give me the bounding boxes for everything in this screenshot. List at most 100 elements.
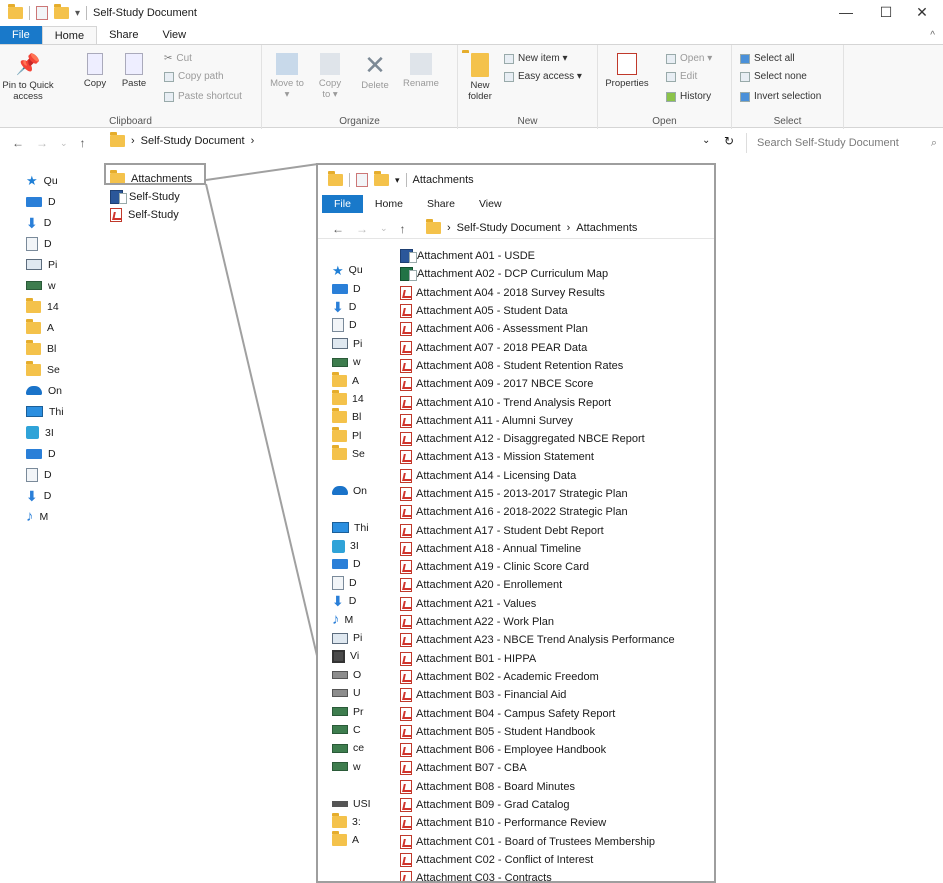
file-item[interactable]: Attachment C03 - Contracts xyxy=(400,869,675,881)
delete-button[interactable]: ✕ Delete xyxy=(356,52,394,91)
file-item[interactable]: Attachment B02 - Academic Freedom xyxy=(400,668,675,686)
back-arrow-icon[interactable]: ← xyxy=(12,136,24,150)
nav-pane-item[interactable]: D xyxy=(332,279,372,297)
properties-button[interactable]: Properties xyxy=(604,53,650,89)
nav-pane-item[interactable]: Bl xyxy=(332,408,372,426)
address-dropdown-icon[interactable]: ⌄ xyxy=(702,135,710,146)
forward-arrow-icon[interactable]: → xyxy=(36,136,48,150)
file-item[interactable]: Attachment A12 - Disaggregated NBCE Repo… xyxy=(400,430,675,448)
file-item[interactable]: Attachment A16 - 2018-2022 Strategic Pla… xyxy=(400,503,675,521)
open-button[interactable]: Open ▾ xyxy=(666,53,712,64)
nav-pane-item[interactable]: Pi xyxy=(26,254,96,275)
nav-pane-item[interactable]: Thi xyxy=(332,518,372,536)
nav-pane-item[interactable]: Se xyxy=(332,445,372,463)
nav-pane-item[interactable]: A xyxy=(332,831,372,849)
select-all-button[interactable]: Select all xyxy=(740,53,795,64)
file-item[interactable]: Attachment A09 - 2017 NBCE Score xyxy=(400,375,675,393)
file-item[interactable]: Attachment A20 - Enrollement xyxy=(400,576,675,594)
file-item[interactable]: Attachment C01 - Board of Trustees Membe… xyxy=(400,833,675,851)
nav-pane-item[interactable]: w xyxy=(332,353,372,371)
pin-quick-access-button[interactable]: 📌 Pin to Quick access xyxy=(2,53,54,102)
file-item[interactable]: Attachment B04 - Campus Safety Report xyxy=(400,704,675,722)
edit-button[interactable]: Edit xyxy=(666,71,697,82)
nav-pane-item[interactable]: D xyxy=(332,574,372,592)
paste-button[interactable]: Paste xyxy=(118,53,150,89)
nav-pane-item[interactable]: w xyxy=(26,275,96,296)
nav-pane-item[interactable]: U xyxy=(332,684,372,702)
refresh-icon[interactable]: ↻ xyxy=(724,134,734,148)
file-item[interactable]: Attachment A11 - Alumni Survey xyxy=(400,412,675,430)
nav-pane-item[interactable]: D xyxy=(26,443,96,464)
nav-pane-item[interactable]: ce xyxy=(332,739,372,757)
file-item[interactable]: Attachment A17 - Student Debt Report xyxy=(400,521,675,539)
collapse-ribbon-icon[interactable]: ^ xyxy=(930,30,935,41)
nav-pane-item[interactable]: D xyxy=(26,191,96,212)
nav-pane-item[interactable]: A xyxy=(26,317,96,338)
tab-view[interactable]: View xyxy=(467,195,514,213)
file-item[interactable]: Attachment A21 - Values xyxy=(400,595,675,613)
file-item[interactable]: Attachment A02 - DCP Curriculum Map xyxy=(400,265,675,283)
file-item[interactable]: Attachment B10 - Performance Review xyxy=(400,814,675,832)
new-item-button[interactable]: New item ▾ xyxy=(504,53,567,64)
nav-pane-item[interactable]: D xyxy=(26,464,96,485)
file-item[interactable]: Attachment B09 - Grad Catalog xyxy=(400,796,675,814)
maximize-button[interactable]: ☐ xyxy=(876,4,896,21)
nav-pane-item[interactable]: D xyxy=(332,316,372,334)
nav-pane-item[interactable]: Pi xyxy=(332,335,372,353)
nav-pane-item[interactable]: 3I xyxy=(332,537,372,555)
nav-pane-item[interactable]: 3I xyxy=(26,422,96,443)
new-folder-button[interactable]: New folder xyxy=(462,53,498,102)
select-none-button[interactable]: Select none xyxy=(740,71,807,82)
nav-pane-item[interactable]: ⬇ D xyxy=(26,212,96,233)
breadcrumb-item[interactable]: Self-Study Document xyxy=(457,222,561,234)
file-item[interactable]: Attachment A19 - Clinic Score Card xyxy=(400,558,675,576)
file-item[interactable]: Self-Study xyxy=(110,206,192,224)
tab-file[interactable]: File xyxy=(0,26,42,44)
paste-shortcut-button[interactable]: Paste shortcut xyxy=(164,91,242,102)
file-item[interactable]: Attachment A15 - 2013-2017 Strategic Pla… xyxy=(400,485,675,503)
nav-pane-item[interactable]: w xyxy=(332,758,372,776)
file-item[interactable]: Attachment A07 - 2018 PEAR Data xyxy=(400,338,675,356)
recent-locations-icon[interactable]: ⌄ xyxy=(60,138,68,149)
up-arrow-icon[interactable]: ↑ xyxy=(80,136,86,150)
easy-access-button[interactable]: Easy access ▾ xyxy=(504,71,582,82)
properties-icon[interactable] xyxy=(36,6,48,20)
move-to-button[interactable]: Move to ▾ xyxy=(270,53,304,100)
nav-pane-item[interactable]: 3: xyxy=(332,812,372,831)
rename-button[interactable]: Rename xyxy=(398,53,444,89)
file-item[interactable]: Attachment B07 - CBA xyxy=(400,759,675,777)
nav-pane-item[interactable]: On xyxy=(26,380,96,401)
file-item[interactable]: Attachment A04 - 2018 Survey Results xyxy=(400,284,675,302)
nav-pane-item[interactable]: O xyxy=(332,666,372,684)
file-item[interactable]: Attachment A05 - Student Data xyxy=(400,302,675,320)
file-item[interactable]: Attachment B08 - Board Minutes xyxy=(400,778,675,796)
new-folder-icon[interactable] xyxy=(374,171,389,186)
file-item[interactable]: Attachment A13 - Mission Statement xyxy=(400,448,675,466)
nav-pane-item[interactable]: ⬇ D xyxy=(332,298,372,316)
file-item[interactable]: Attachment A23 - NBCE Trend Analysis Per… xyxy=(400,631,675,649)
nav-pane-item[interactable]: ♪ M xyxy=(26,506,96,527)
file-item[interactable]: Attachment A14 - Licensing Data xyxy=(400,467,675,485)
nav-pane-item[interactable]: C xyxy=(332,721,372,739)
file-item[interactable]: Attachment C02 - Conflict of Interest xyxy=(400,851,675,869)
file-item[interactable]: Attachment B06 - Employee Handbook xyxy=(400,741,675,759)
breadcrumb-item[interactable]: Attachments xyxy=(576,222,637,234)
tab-home[interactable]: Home xyxy=(363,195,415,213)
tab-share[interactable]: Share xyxy=(415,195,467,213)
nav-pane-item[interactable]: Thi xyxy=(26,401,96,422)
nav-pane-item[interactable]: D xyxy=(26,233,96,254)
nav-pane-item[interactable]: USI xyxy=(332,794,372,812)
file-item[interactable]: Attachment A22 - Work Plan xyxy=(400,613,675,631)
nav-pane-item[interactable]: Pi xyxy=(332,629,372,647)
search-input[interactable]: Search Self-Study Document ⌕ xyxy=(746,133,943,153)
customize-toolbar-icon[interactable]: ▾ xyxy=(395,175,400,186)
nav-pane-item[interactable]: Se xyxy=(26,359,96,380)
customize-toolbar-icon[interactable]: ▾ xyxy=(75,8,80,19)
file-item[interactable]: Self-Study xyxy=(110,188,192,206)
tab-file[interactable]: File xyxy=(322,195,363,213)
nav-pane-item[interactable]: A xyxy=(332,371,372,389)
copy-path-button[interactable]: Copy path xyxy=(164,71,224,82)
tab-view[interactable]: View xyxy=(150,26,198,44)
up-arrow-icon[interactable]: ↑ xyxy=(400,222,406,236)
properties-icon[interactable] xyxy=(356,173,368,187)
